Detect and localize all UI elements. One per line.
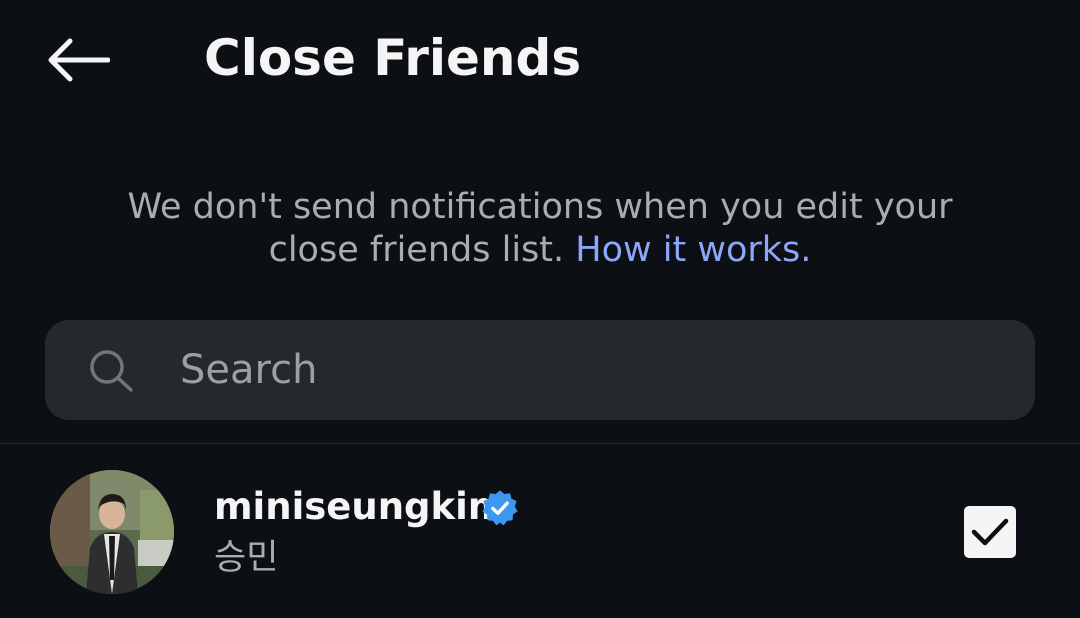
friend-username: miniseungkim [214, 485, 507, 528]
how-it-works-link[interactable]: How it works. [575, 230, 811, 270]
page-title: Close Friends [204, 29, 582, 87]
notice-text: We don't send notifications when you edi… [127, 187, 953, 270]
friend-full-name: 승민 [214, 538, 279, 578]
avatar[interactable] [50, 470, 174, 594]
header: Close Friends [0, 0, 1080, 120]
close-friends-notice: We don't send notifications when you edi… [90, 186, 990, 272]
search-input[interactable] [180, 338, 1000, 402]
search-icon [90, 350, 133, 392]
select-checkbox[interactable] [964, 506, 1016, 558]
back-button[interactable] [40, 30, 116, 90]
verified-badge-icon [482, 490, 518, 526]
arrow-left-icon [48, 38, 110, 82]
checkmark-icon [971, 518, 1009, 546]
